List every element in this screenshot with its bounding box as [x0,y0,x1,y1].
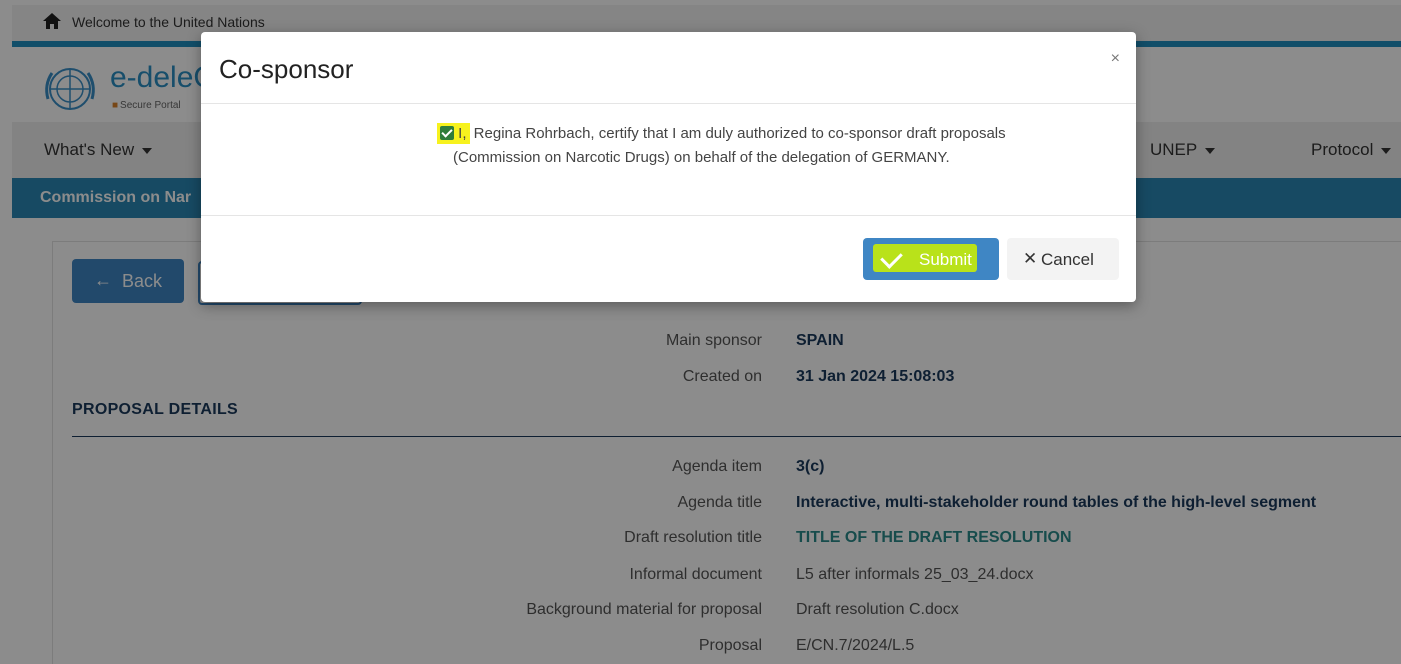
x-icon: ✕ [1023,249,1038,268]
certify-checkbox[interactable] [440,126,454,140]
certify-checkbox-highlight: I, [437,123,470,144]
dialog-header-divider [201,103,1136,104]
cancel-button[interactable]: ✕ Cancel [1007,238,1119,280]
close-icon[interactable]: × [1111,50,1120,68]
dialog-footer-divider [201,215,1136,216]
dialog-title: Co-sponsor [219,54,354,84]
certification-text-line1: Regina Rohrbach, certify that I am duly … [469,125,1006,142]
co-sponsor-dialog: Co-sponsor × I, Regina Rohrbach, certify… [201,32,1136,302]
certification-statement: I, Regina Rohrbach, certify that I am du… [437,122,1097,170]
certification-text-line2: (Commission on Narcotic Drugs) on behalf… [453,149,950,166]
submit-button[interactable]: Submit [863,238,999,280]
